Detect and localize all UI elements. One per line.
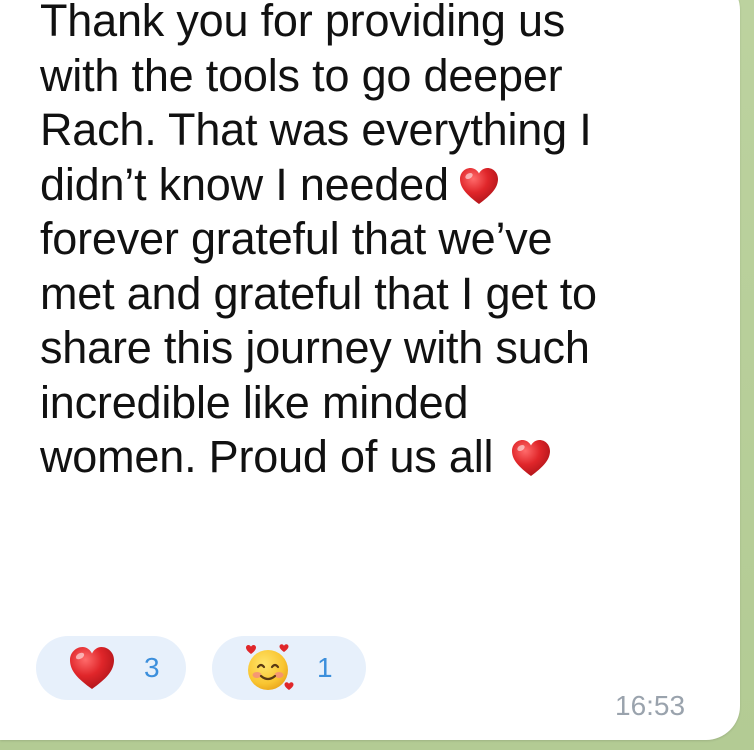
reaction-red-heart[interactable]: 3	[36, 636, 186, 700]
reaction-count: 1	[317, 652, 333, 683]
message-bubble[interactable]: Thank you for providing us with the tool…	[0, 0, 740, 740]
message-line: forever grateful that we’ve	[40, 213, 553, 264]
reaction-smiling-face-with-hearts[interactable]: 1	[212, 636, 366, 700]
message-line: with the tools to go deeper	[40, 49, 563, 101]
message-line-text: women. Proud of us all	[40, 431, 494, 482]
message-line: incredible like minded	[40, 376, 469, 428]
message-line-with-emoji: women. Proud of us all	[40, 430, 730, 485]
red-heart-icon	[70, 647, 114, 689]
message-timestamp: 16:53	[615, 690, 686, 721]
message-line-with-emoji: didn’t know I needed	[40, 158, 730, 213]
message-line: Thank you for providing us	[40, 0, 566, 46]
message-line-text: didn’t know I needed	[40, 158, 449, 210]
red-heart-icon	[459, 167, 498, 204]
red-heart-icon	[512, 440, 551, 476]
message-line: share this journey with such	[40, 322, 590, 373]
smiling-face-with-hearts-icon	[246, 644, 294, 690]
message-text: Thank you for providing us with the tool…	[40, 0, 730, 485]
message-line: Rach. That was everything I	[40, 104, 592, 155]
message-line: met and grateful that I get to	[40, 267, 597, 319]
reaction-count: 3	[144, 652, 160, 683]
